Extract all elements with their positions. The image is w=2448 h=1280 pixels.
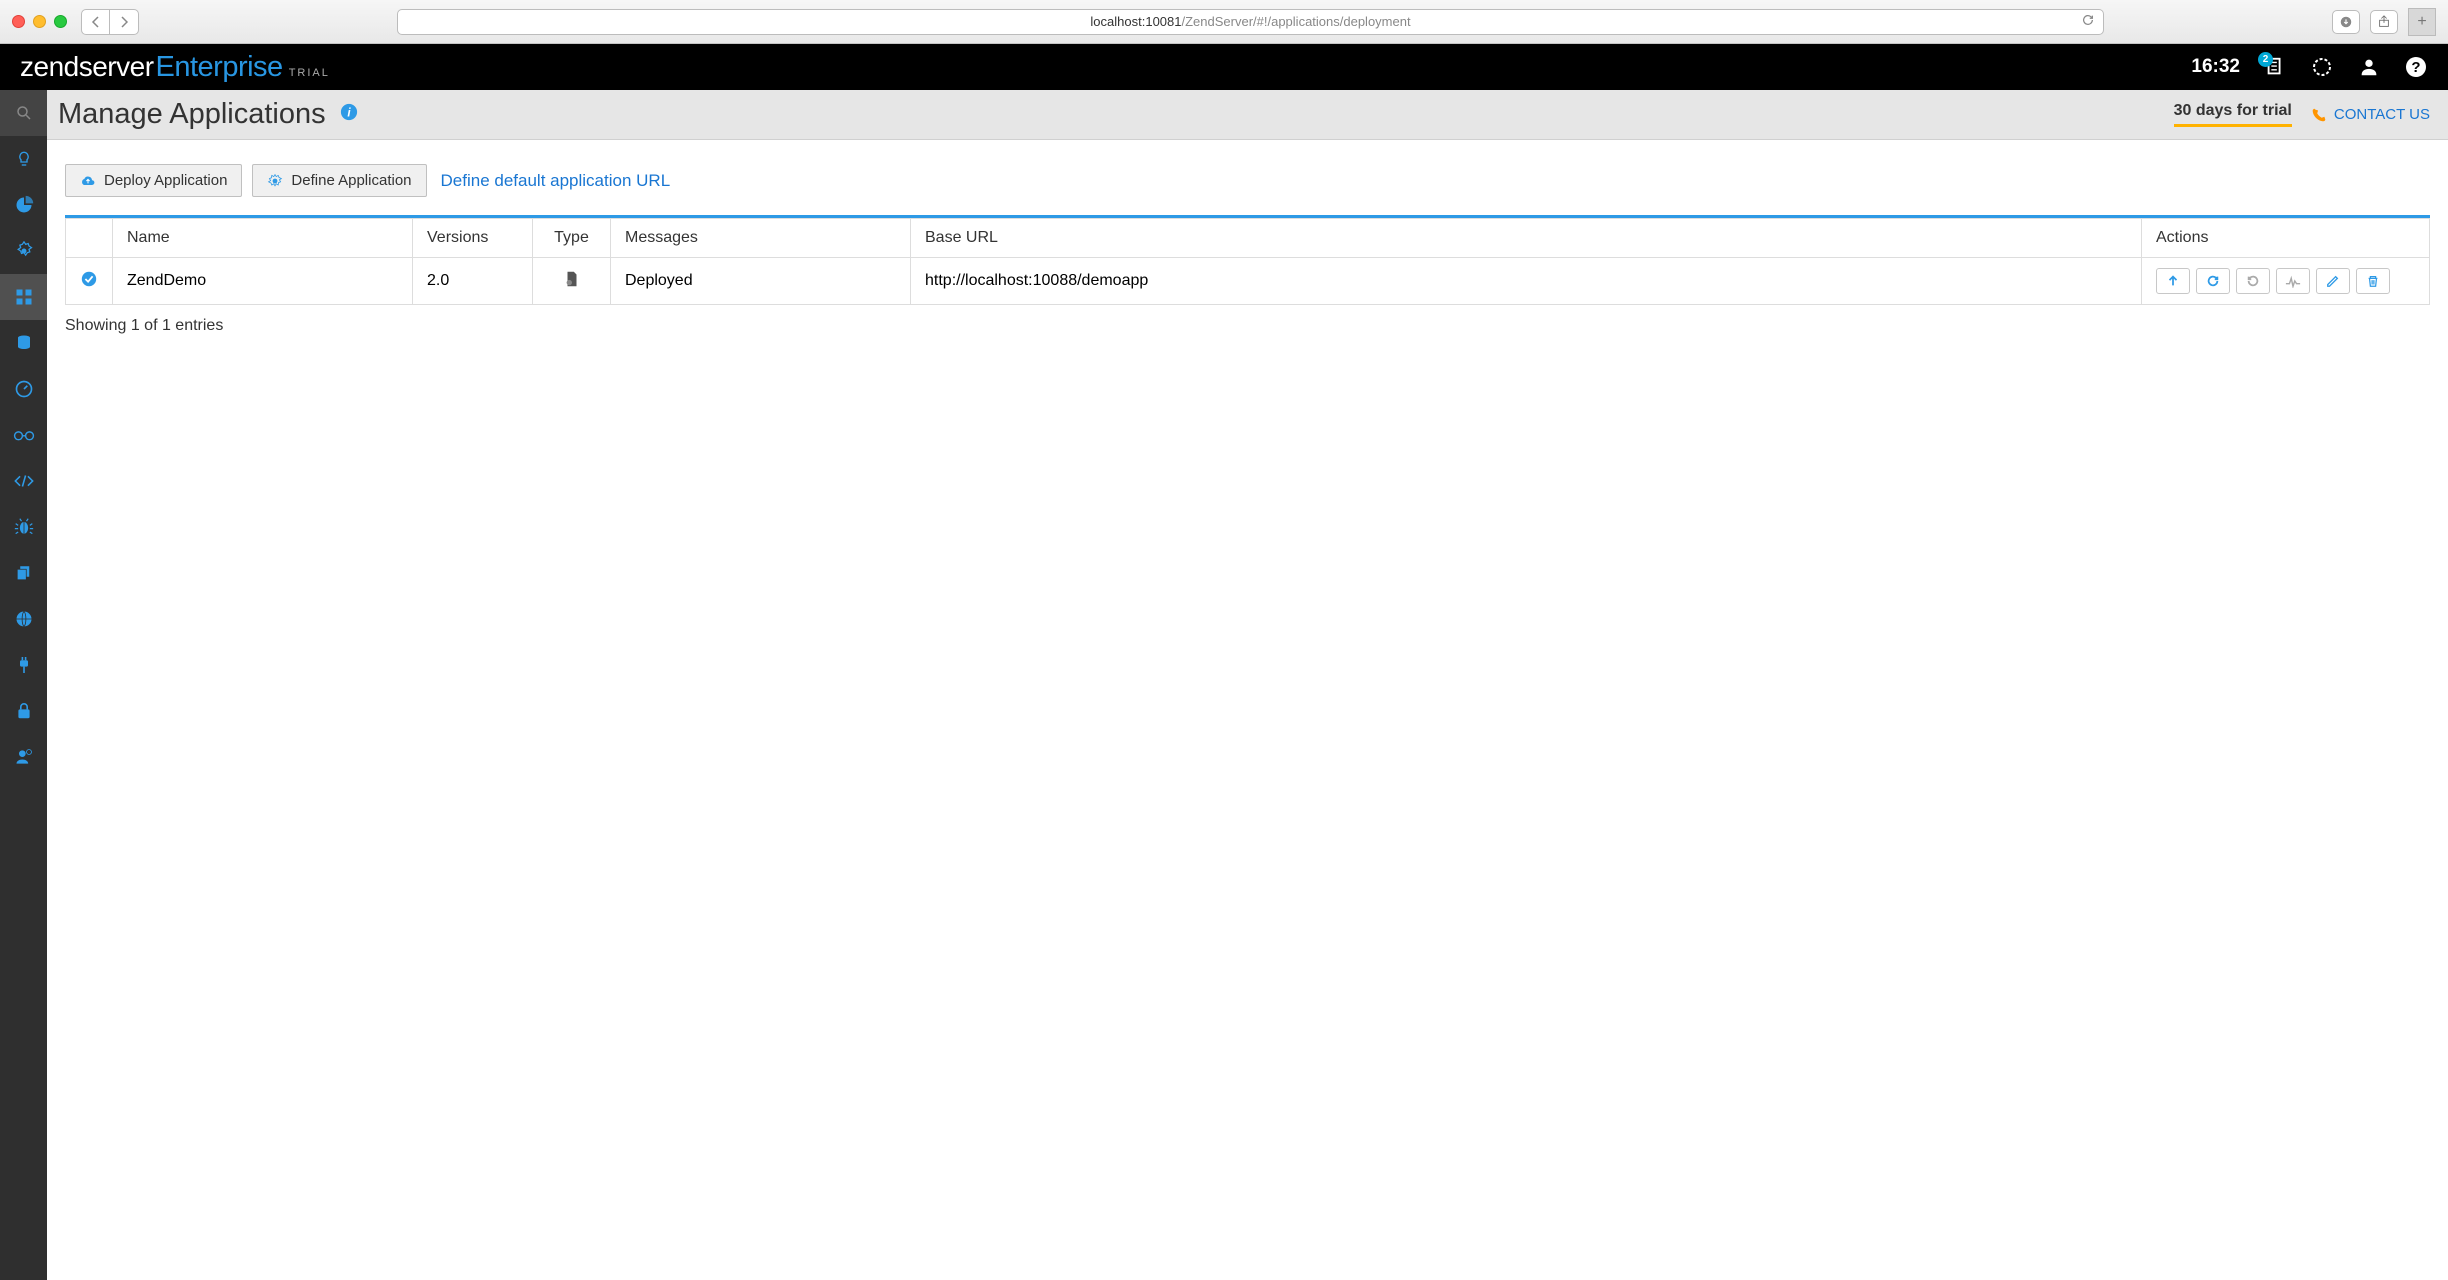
sidebar-search[interactable]: [0, 90, 47, 136]
cell-baseurl: http://localhost:10088/demoapp: [911, 258, 2142, 305]
action-row: Deploy Application Define Application De…: [65, 164, 2430, 197]
cell-name: ZendDemo: [113, 258, 413, 305]
logo-zend: zend: [20, 51, 79, 83]
row-actions: [2156, 268, 2415, 294]
sidebar-item-settings[interactable]: [0, 228, 47, 274]
deploy-application-button[interactable]: Deploy Application: [65, 164, 242, 197]
logo-server: server: [79, 51, 154, 83]
cell-type: [533, 258, 611, 305]
action-rollback-button[interactable]: [2236, 268, 2270, 294]
define-default-url-link[interactable]: Define default application URL: [441, 171, 671, 191]
define-application-button[interactable]: Define Application: [252, 164, 426, 197]
top-bar: zendserverEnterprise TRIAL 16:32 2 ?: [0, 44, 2448, 90]
applications-table: Name Versions Type Messages Base URL Act…: [65, 218, 2430, 305]
minimize-window-button[interactable]: [33, 15, 46, 28]
sidebar-item-bug[interactable]: [0, 504, 47, 550]
url-host: localhost:10081: [1090, 14, 1181, 29]
col-baseurl[interactable]: Base URL: [911, 219, 2142, 258]
svg-text:?: ?: [2411, 59, 2420, 76]
info-icon[interactable]: i: [340, 103, 358, 126]
help-icon[interactable]: ?: [2404, 55, 2428, 79]
notifications-icon[interactable]: 2: [2264, 56, 2286, 78]
contact-link[interactable]: CONTACT US: [2310, 106, 2430, 124]
col-actions: Actions: [2142, 219, 2430, 258]
define-label: Define Application: [291, 172, 411, 189]
app-type-icon: [563, 275, 581, 292]
sidebar-item-globe[interactable]: [0, 596, 47, 642]
cell-version: 2.0: [413, 258, 533, 305]
notifications-badge: 2: [2258, 52, 2273, 67]
sidebar-item-lock[interactable]: [0, 688, 47, 734]
back-button[interactable]: [82, 10, 110, 34]
action-edit-button[interactable]: [2316, 268, 2350, 294]
new-tab-button[interactable]: +: [2408, 8, 2436, 36]
forward-button[interactable]: [110, 10, 138, 34]
page-title: Manage Applications: [58, 98, 326, 131]
sidebar-item-lightbulb[interactable]: [0, 136, 47, 182]
action-redeploy-button[interactable]: [2196, 268, 2230, 294]
logo: zendserverEnterprise TRIAL: [20, 51, 330, 84]
sidebar-item-glasses[interactable]: [0, 412, 47, 458]
col-messages[interactable]: Messages: [611, 219, 911, 258]
col-status: [66, 219, 113, 258]
downloads-button[interactable]: [2332, 10, 2360, 34]
main-content: Deploy Application Define Application De…: [47, 140, 2448, 359]
sidebar-item-plug[interactable]: [0, 642, 47, 688]
loading-icon[interactable]: [2310, 55, 2334, 79]
table-footer: Showing 1 of 1 entries: [65, 317, 2430, 335]
sidebar-item-user-gear[interactable]: [0, 734, 47, 780]
clock: 16:32: [2191, 56, 2240, 78]
sidebar-item-chart[interactable]: [0, 182, 47, 228]
deploy-label: Deploy Application: [104, 172, 227, 189]
chrome-right: +: [2332, 8, 2436, 36]
col-type[interactable]: Type: [533, 219, 611, 258]
col-name[interactable]: Name: [113, 219, 413, 258]
sidebar-item-code[interactable]: [0, 458, 47, 504]
applications-table-wrap: Name Versions Type Messages Base URL Act…: [65, 215, 2430, 305]
title-right: 30 days for trial CONTACT US: [2174, 102, 2430, 127]
user-icon[interactable]: [2358, 56, 2380, 78]
reload-icon[interactable]: [2081, 13, 2095, 30]
top-bar-right: 16:32 2 ?: [2191, 55, 2428, 79]
logo-trial: TRIAL: [289, 67, 330, 79]
url-path: /ZendServer/#!/applications/deployment: [1182, 14, 1411, 29]
trial-text: 30 days for trial: [2174, 102, 2292, 127]
window-controls: [12, 15, 67, 28]
browser-chrome: localhost:10081/ZendServer/#!/applicatio…: [0, 0, 2448, 44]
action-health-button[interactable]: [2276, 268, 2310, 294]
sidebar-item-copy[interactable]: [0, 550, 47, 596]
action-delete-button[interactable]: [2356, 268, 2390, 294]
contact-link-label: CONTACT US: [2334, 106, 2430, 123]
status-ok-icon: [80, 275, 98, 292]
page-title-bar: Manage Applications i 30 days for trial …: [0, 90, 2448, 140]
sidebar: [0, 90, 47, 1280]
sidebar-item-apps[interactable]: [0, 274, 47, 320]
sidebar-item-gauge[interactable]: [0, 366, 47, 412]
table-row[interactable]: ZendDemo 2.0 Deployed http://localhost:1…: [66, 258, 2430, 305]
maximize-window-button[interactable]: [54, 15, 67, 28]
col-versions[interactable]: Versions: [413, 219, 533, 258]
cell-message: Deployed: [611, 258, 911, 305]
action-update-button[interactable]: [2156, 268, 2190, 294]
logo-enterprise: Enterprise: [156, 51, 283, 84]
close-window-button[interactable]: [12, 15, 25, 28]
share-button[interactable]: [2370, 10, 2398, 34]
sidebar-item-database[interactable]: [0, 320, 47, 366]
url-bar[interactable]: localhost:10081/ZendServer/#!/applicatio…: [397, 9, 2104, 35]
nav-buttons: [81, 9, 139, 35]
